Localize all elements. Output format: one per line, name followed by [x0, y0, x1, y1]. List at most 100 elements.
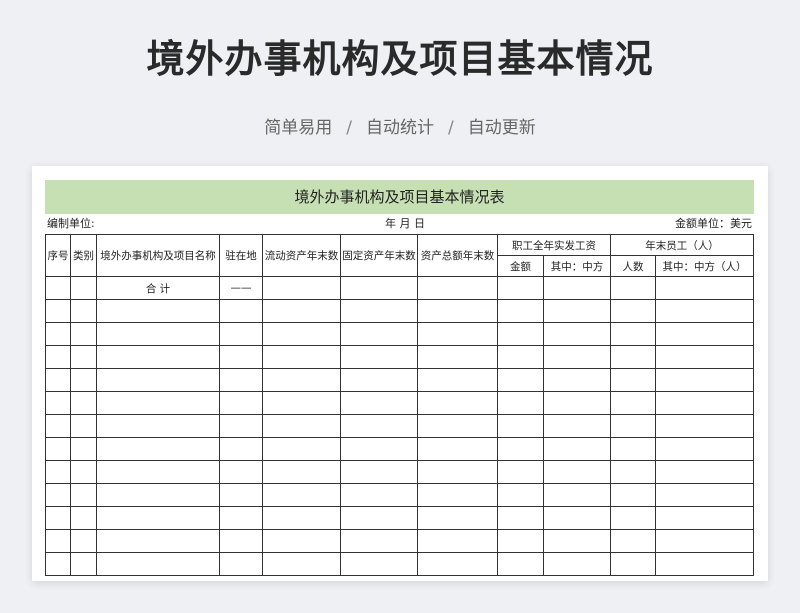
- table-cell[interactable]: [262, 460, 341, 484]
- table-cell[interactable]: [610, 368, 656, 392]
- table-cell[interactable]: [96, 483, 220, 507]
- table-cell[interactable]: [262, 276, 341, 300]
- table-cell[interactable]: [610, 276, 656, 300]
- table-cell[interactable]: [655, 345, 754, 369]
- table-cell[interactable]: [417, 414, 498, 438]
- table-cell[interactable]: [497, 529, 544, 553]
- table-cell[interactable]: [45, 552, 71, 576]
- table-cell[interactable]: [45, 391, 71, 415]
- table-cell[interactable]: [340, 322, 418, 346]
- table-cell[interactable]: [417, 299, 498, 323]
- table-cell[interactable]: [610, 552, 656, 576]
- table-cell[interactable]: [70, 368, 97, 392]
- table-cell[interactable]: [543, 414, 611, 438]
- table-cell[interactable]: [497, 276, 544, 300]
- table-cell[interactable]: [45, 529, 71, 553]
- table-cell[interactable]: [96, 414, 220, 438]
- header-wages-group[interactable]: 职工全年实发工资: [497, 234, 611, 256]
- header-staff-count[interactable]: 人数: [610, 255, 656, 277]
- table-cell[interactable]: [219, 483, 263, 507]
- table-cell[interactable]: [655, 276, 754, 300]
- table-cell[interactable]: [70, 437, 97, 461]
- table-cell[interactable]: [417, 483, 498, 507]
- table-cell[interactable]: [497, 368, 544, 392]
- table-cell[interactable]: [70, 552, 97, 576]
- table-cell[interactable]: [417, 276, 498, 300]
- table-cell[interactable]: [70, 506, 97, 530]
- table-cell[interactable]: [610, 391, 656, 415]
- table-cell[interactable]: [262, 322, 341, 346]
- table-cell[interactable]: [417, 506, 498, 530]
- table-cell[interactable]: [70, 460, 97, 484]
- table-cell[interactable]: [219, 391, 263, 415]
- table-cell[interactable]: [262, 437, 341, 461]
- table-cell[interactable]: [45, 276, 71, 300]
- table-cell[interactable]: [262, 299, 341, 323]
- table-cell[interactable]: [96, 529, 220, 553]
- table-cell[interactable]: [96, 460, 220, 484]
- table-cell[interactable]: [543, 506, 611, 530]
- table-cell[interactable]: [655, 460, 754, 484]
- currency-label[interactable]: 金额单位：美元: [675, 214, 752, 234]
- table-cell[interactable]: [96, 437, 220, 461]
- table-cell[interactable]: [96, 391, 220, 415]
- unit-label[interactable]: 编制单位:: [47, 214, 95, 234]
- table-cell[interactable]: [610, 322, 656, 346]
- table-cell[interactable]: [262, 368, 341, 392]
- table-cell[interactable]: [219, 368, 263, 392]
- table-cell[interactable]: [96, 506, 220, 530]
- table-cell[interactable]: [70, 299, 97, 323]
- table-cell[interactable]: [340, 437, 418, 461]
- table-cell[interactable]: [543, 483, 611, 507]
- table-cell[interactable]: [45, 414, 71, 438]
- table-cell[interactable]: [340, 276, 418, 300]
- table-cell[interactable]: [543, 299, 611, 323]
- table-cell[interactable]: [219, 460, 263, 484]
- table-cell[interactable]: [543, 322, 611, 346]
- table-cell[interactable]: [543, 391, 611, 415]
- table-cell[interactable]: [497, 414, 544, 438]
- table-cell[interactable]: [543, 460, 611, 484]
- table-cell[interactable]: [655, 414, 754, 438]
- table-cell[interactable]: [497, 345, 544, 369]
- table-cell[interactable]: [610, 483, 656, 507]
- table-cell[interactable]: [70, 529, 97, 553]
- header-staff-group[interactable]: 年末员工（人）: [610, 234, 754, 256]
- table-cell[interactable]: [655, 529, 754, 553]
- table-cell[interactable]: [417, 322, 498, 346]
- table-cell[interactable]: [497, 391, 544, 415]
- header-name[interactable]: 境外办事机构及项目名称: [96, 234, 220, 277]
- header-staff-chinese[interactable]: 其中：中方（人）: [655, 255, 754, 277]
- table-cell[interactable]: [417, 391, 498, 415]
- table-cell[interactable]: [655, 483, 754, 507]
- table-cell[interactable]: [340, 460, 418, 484]
- table-cell[interactable]: [70, 322, 97, 346]
- table-cell[interactable]: [219, 506, 263, 530]
- header-seq[interactable]: 序号: [45, 234, 71, 277]
- table-cell[interactable]: [45, 506, 71, 530]
- table-cell[interactable]: [610, 437, 656, 461]
- table-cell[interactable]: [543, 552, 611, 576]
- table-cell[interactable]: [262, 506, 341, 530]
- table-cell[interactable]: [610, 299, 656, 323]
- table-cell[interactable]: [45, 368, 71, 392]
- table-cell[interactable]: [45, 322, 71, 346]
- table-cell[interactable]: [655, 391, 754, 415]
- table-cell[interactable]: [70, 391, 97, 415]
- table-cell[interactable]: [262, 552, 341, 576]
- table-cell[interactable]: [219, 299, 263, 323]
- table-cell[interactable]: [543, 437, 611, 461]
- table-cell[interactable]: [262, 529, 341, 553]
- table-cell[interactable]: [340, 529, 418, 553]
- table-cell[interactable]: [262, 391, 341, 415]
- table-cell[interactable]: [45, 345, 71, 369]
- table-cell[interactable]: [340, 483, 418, 507]
- header-wages-amount[interactable]: 金额: [497, 255, 544, 277]
- table-cell[interactable]: [340, 368, 418, 392]
- table-cell[interactable]: [417, 460, 498, 484]
- table-cell[interactable]: [610, 529, 656, 553]
- table-cell[interactable]: [70, 345, 97, 369]
- table-cell[interactable]: [655, 368, 754, 392]
- table-cell[interactable]: [417, 437, 498, 461]
- header-category[interactable]: 类别: [70, 234, 97, 277]
